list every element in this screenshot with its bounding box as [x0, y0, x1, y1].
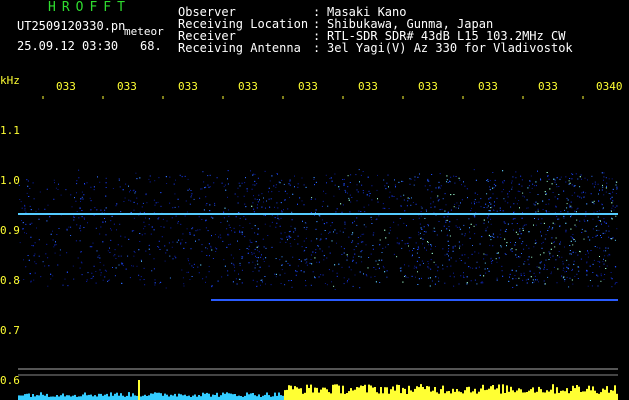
spectrogram-panel [18, 96, 618, 400]
y-tick-label: 1.0 [0, 174, 20, 187]
tick-marks [42, 96, 584, 99]
y-tick-label: 0.9 [0, 224, 20, 237]
y-tick-label: 0.6 [0, 374, 20, 387]
x-tick-label: 033 [56, 80, 76, 93]
meta-antenna-value: 3el Yagi(V) Az 330 for Vladivostok [327, 41, 573, 55]
x-tick-label: 033 [538, 80, 558, 93]
x-tick-label: 033 [418, 80, 438, 93]
x-tick-label: 033 [358, 80, 378, 93]
x-tick-label: 033 [117, 80, 137, 93]
y-tick-label: 0.7 [0, 324, 20, 337]
axis-unit-label: kHz [0, 74, 20, 87]
x-tick-label: 033 [238, 80, 258, 93]
y-tick-label: 1.1 [0, 124, 20, 137]
meteor-count: 68. [140, 39, 162, 53]
meta-antenna-colon: : [313, 41, 321, 55]
x-tick-label: 033 [298, 80, 318, 93]
date-time: 25.09.12 03:30 [17, 39, 119, 53]
file-name: UT2509120330.pn [17, 19, 126, 33]
x-tick-label: 033 [478, 80, 498, 93]
x-tick-label: 0340 [596, 80, 623, 93]
brand-title: HROFFT [48, 0, 131, 15]
x-tick-label: 033 [178, 80, 198, 93]
noise-field [18, 169, 618, 290]
meteor-label: meteor [124, 25, 164, 38]
level-histogram [18, 380, 618, 400]
y-tick-label: 0.8 [0, 274, 20, 287]
meta-antenna-label: Receiving Antenna [178, 41, 301, 55]
spectrogram [18, 96, 618, 400]
